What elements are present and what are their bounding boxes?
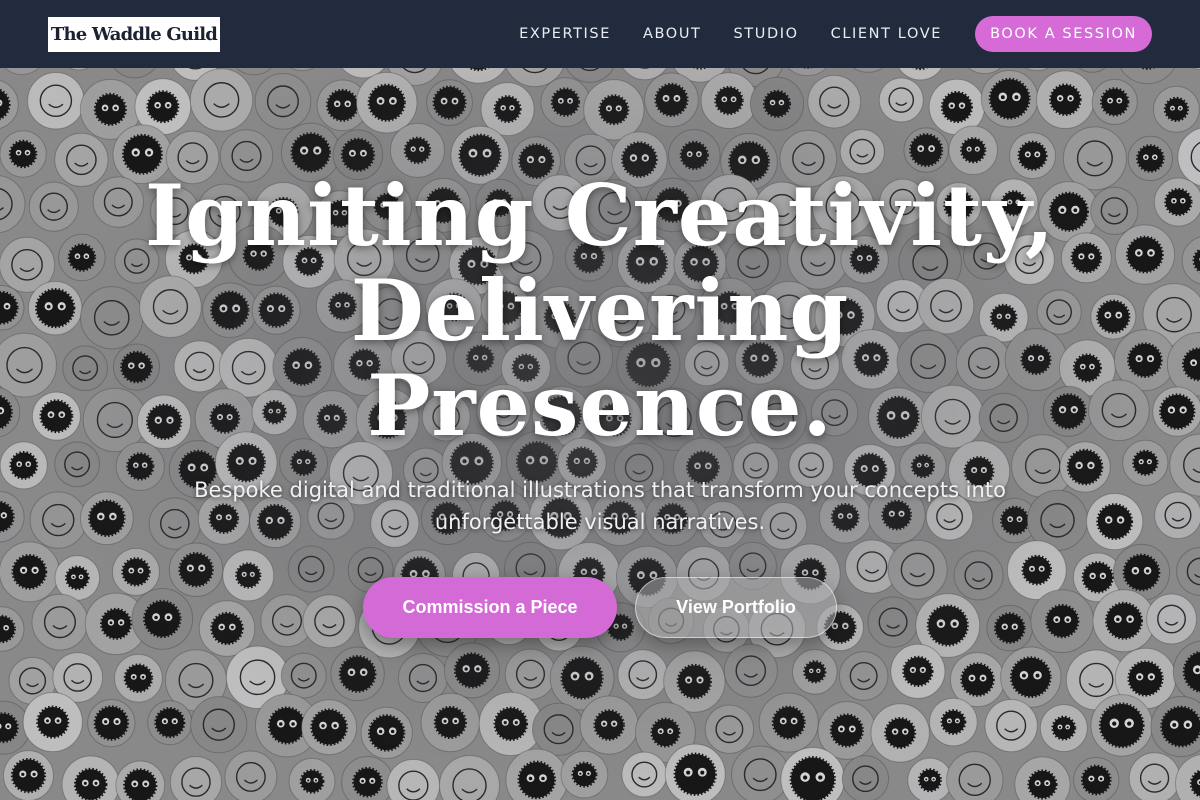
nav-link-client-love[interactable]: CLIENT LOVE <box>831 26 942 42</box>
nav-link-studio[interactable]: STUDIO <box>734 26 799 42</box>
commission-piece-button[interactable]: Commission a Piece <box>363 577 617 638</box>
nav-links: EXPERTISE ABOUT STUDIO CLIENT LOVE BOOK … <box>519 16 1152 52</box>
hero-section: Igniting Creativity, Delivering Presence… <box>0 68 1200 800</box>
headline-line-1: Igniting Creativity, <box>145 166 1055 265</box>
hero-actions: Commission a Piece View Portfolio <box>0 577 1200 638</box>
headline-line-3: Presence. <box>367 356 833 455</box>
nav-link-expertise[interactable]: EXPERTISE <box>519 26 611 42</box>
headline-line-2: Delivering <box>350 261 850 360</box>
view-portfolio-button[interactable]: View Portfolio <box>635 577 837 638</box>
top-nav: The Waddle Guild EXPERTISE ABOUT STUDIO … <box>0 0 1200 68</box>
hero-headline: Igniting Creativity, Delivering Presence… <box>100 168 1100 453</box>
brand-logo[interactable]: The Waddle Guild <box>48 16 220 52</box>
book-session-button[interactable]: BOOK A SESSION <box>975 16 1152 52</box>
nav-link-about[interactable]: ABOUT <box>643 26 702 42</box>
hero-subtext: Bespoke digital and traditional illustra… <box>194 478 1006 534</box>
